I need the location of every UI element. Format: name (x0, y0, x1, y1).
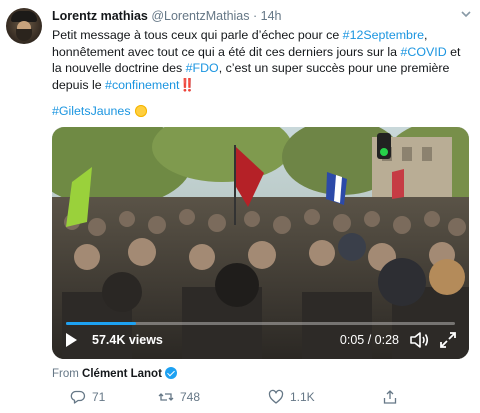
chevron-down-icon[interactable] (459, 8, 473, 22)
hashtag-12septembre[interactable]: #12Septembre (343, 28, 424, 42)
reply-button[interactable]: 71 (70, 389, 105, 405)
separator-dot: · (252, 9, 258, 23)
tweet-actions: 71 748 1.1K (52, 389, 470, 407)
timestamp[interactable]: 14h (261, 9, 282, 23)
retweet-icon (158, 393, 174, 401)
like-button[interactable]: 1.1K (268, 389, 315, 405)
like-icon (268, 389, 284, 404)
tweet-text: Petit message à tous ceux qui parle d’éc… (52, 27, 470, 93)
hashtag-gilets-jaunes[interactable]: #GiletsJaunes (52, 104, 131, 118)
video-progress-fill (66, 322, 137, 325)
hashtag-line: #GiletsJaunes (52, 104, 147, 118)
reply-icon (70, 390, 86, 404)
volume-icon[interactable] (409, 331, 429, 349)
tweet-text-segment: Petit message à tous ceux qui parle d’éc… (52, 28, 343, 42)
verified-badge-icon (164, 367, 177, 379)
reply-count: 71 (92, 390, 106, 404)
double-exclamation-emoji: ‼️ (179, 77, 194, 92)
like-count: 1.1K (290, 390, 315, 404)
video-player[interactable]: 57.4K views 0:05 / 0:28 (52, 127, 469, 359)
avatar[interactable] (6, 8, 42, 44)
view-count: 57.4K views (92, 333, 163, 347)
tweet: Lorentz mathias @LorentzMathias · 14h Pe… (0, 0, 480, 413)
video-time-readout: 0:05 / 0:28 (339, 333, 399, 347)
sun-emoji-icon (134, 105, 147, 117)
from-prefix: From (52, 368, 79, 380)
video-progress-bar[interactable] (66, 322, 455, 325)
author-name[interactable]: Lorentz mathias (52, 9, 148, 23)
author-handle[interactable]: @LorentzMathias (151, 9, 249, 23)
hashtag-confinement[interactable]: #confinement (105, 78, 179, 92)
share-icon (383, 390, 397, 404)
fullscreen-icon[interactable] (439, 331, 457, 349)
hashtag-covid[interactable]: #COVID (401, 45, 447, 59)
hashtag-fdo[interactable]: #FDO (186, 61, 219, 75)
play-icon[interactable] (66, 333, 77, 347)
tweet-header: Lorentz mathias @LorentzMathias · 14h (52, 9, 282, 23)
source-attribution: From Clément Lanot (52, 367, 177, 380)
share-button[interactable] (382, 389, 398, 405)
source-author[interactable]: Clément Lanot (82, 368, 162, 380)
retweet-count: 748 (180, 390, 201, 404)
retweet-button[interactable]: 748 (158, 389, 200, 405)
